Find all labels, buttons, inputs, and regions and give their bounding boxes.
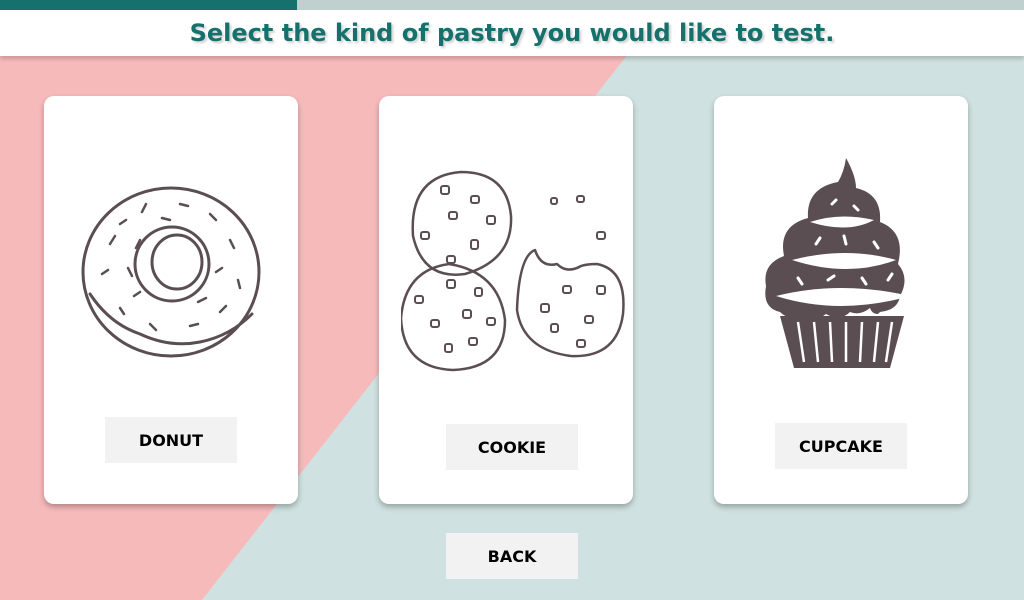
cookie-button[interactable]: COOKIE <box>446 424 578 470</box>
donut-card[interactable]: DONUT <box>44 96 298 504</box>
progress-bar-fill <box>0 0 297 10</box>
cupcake-button[interactable]: CUPCAKE <box>775 423 907 469</box>
donut-button[interactable]: DONUT <box>105 417 237 463</box>
progress-bar <box>0 0 1024 10</box>
donut-icon <box>81 186 261 358</box>
cookie-card[interactable]: COOKIE <box>379 96 633 504</box>
header-bar: Select the kind of pastry you would like… <box>0 10 1024 56</box>
cookies-icon <box>401 170 625 372</box>
cupcake-icon <box>765 158 910 368</box>
cupcake-card[interactable]: CUPCAKE <box>714 96 968 504</box>
page-title: Select the kind of pastry you would like… <box>189 19 835 47</box>
back-button[interactable]: BACK <box>446 533 578 579</box>
